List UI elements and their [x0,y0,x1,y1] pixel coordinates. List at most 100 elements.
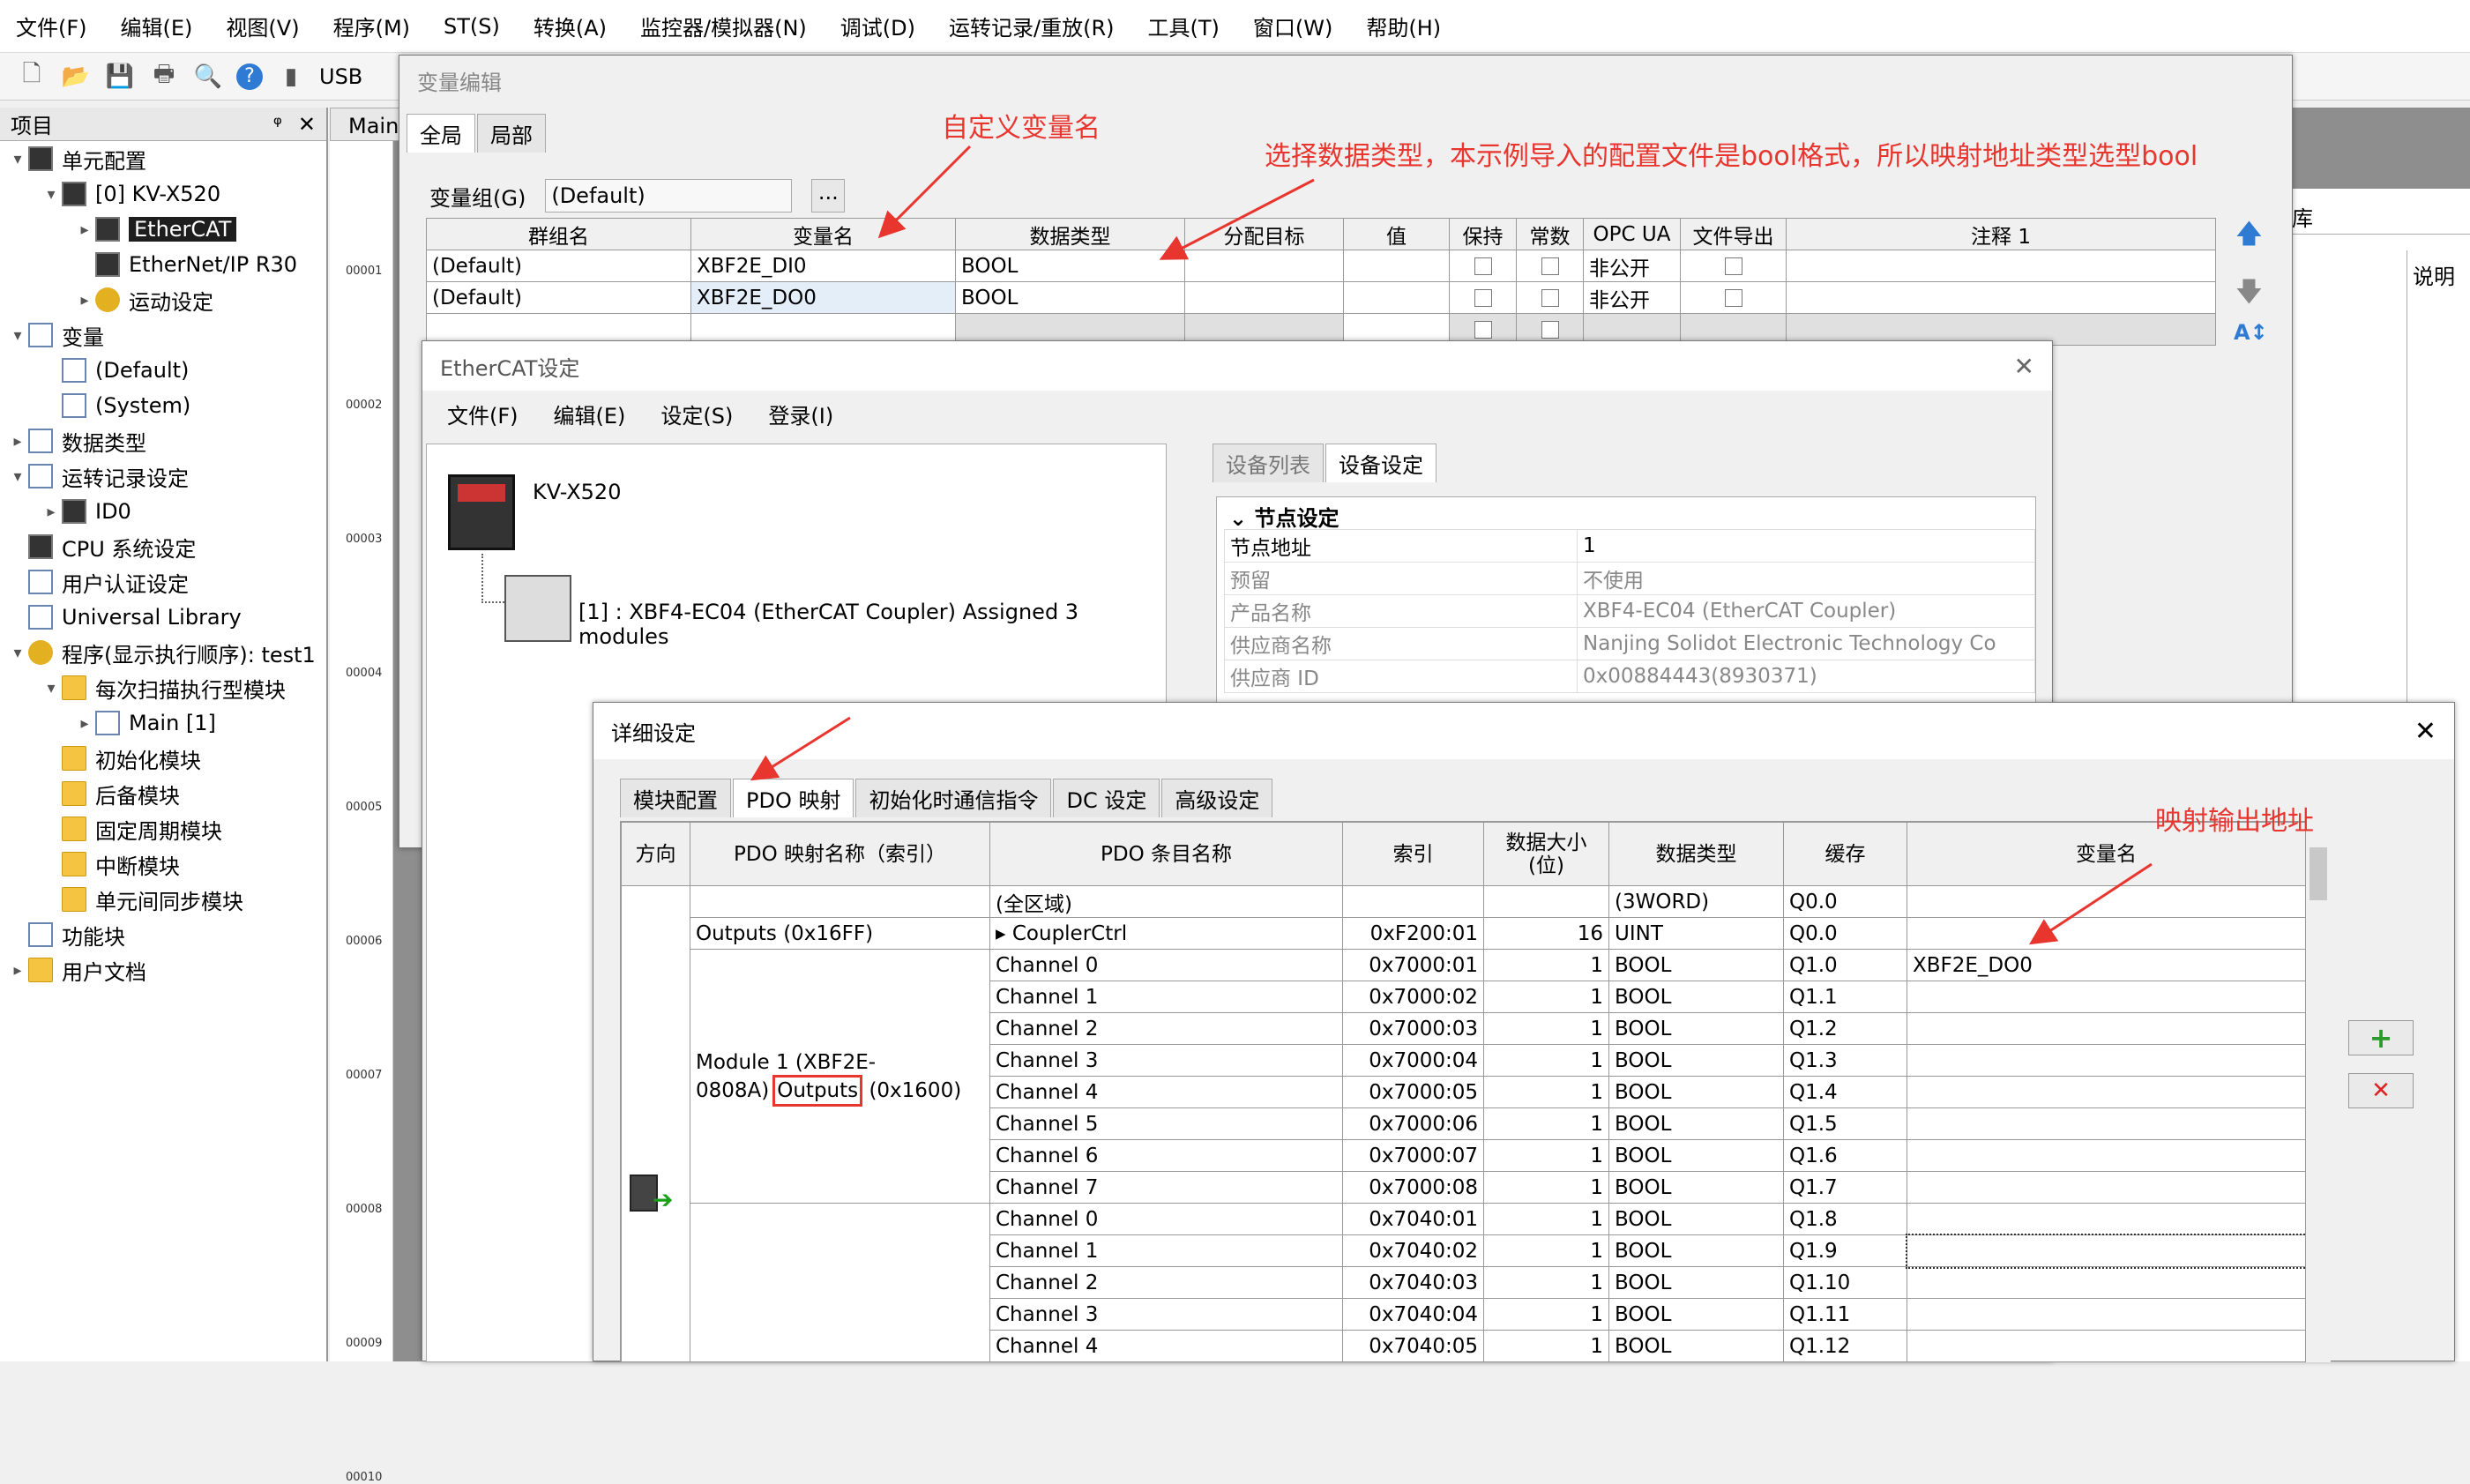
comment-cell[interactable] [1786,250,2216,282]
index-cell[interactable]: 0x7000:08 [1342,1171,1484,1204]
property-value[interactable]: XBF4-EC04 (EtherCAT Coupler) [1577,594,2035,628]
variable-name-cell[interactable] [1907,1171,2306,1204]
close-icon[interactable]: ✕ [298,112,316,137]
chevron-down-icon[interactable]: ⌄ [1229,506,1254,531]
checkbox-cell[interactable] [1680,281,1787,314]
buffer-cell[interactable]: Q1.3 [1783,1044,1907,1077]
column-header[interactable]: 文件导出 [1680,218,1787,250]
data-type-cell[interactable]: BOOL [1608,1076,1784,1108]
chevron-down-icon[interactable]: ▾ [7,644,28,662]
menu-item[interactable]: 设定(S) [660,399,733,429]
variable-name-cell[interactable] [1907,885,2306,918]
browse-button[interactable]: ... [811,179,846,213]
buffer-cell[interactable]: Q1.9 [1783,1234,1907,1267]
pdo-entry-cell[interactable]: Channel 0 [989,949,1343,981]
data-type-cell[interactable]: (3WORD) [1608,885,1784,918]
variable-name-cell[interactable] [1907,1298,2306,1331]
size-cell[interactable]: 1 [1483,1298,1609,1331]
column-header[interactable]: 变量名 [690,218,956,250]
variable-name-cell[interactable]: XBF2E_DO0 [1907,949,2306,981]
size-cell[interactable]: 1 [1483,1107,1609,1140]
buffer-cell[interactable]: Q1.12 [1783,1330,1907,1361]
size-cell[interactable]: 1 [1483,1139,1609,1172]
group-cell[interactable]: (Default) [426,250,691,282]
chevron-down-icon[interactable]: ▾ [41,185,62,204]
size-cell[interactable]: 16 [1483,917,1609,950]
buffer-cell[interactable]: Q0.0 [1783,885,1907,918]
new-file-icon[interactable]: 🗋 [16,61,48,93]
data-type-cell[interactable]: BOOL [1608,981,1784,1013]
column-header[interactable]: 群组名 [426,218,691,250]
tree-item[interactable]: ▸ EtherCAT [0,212,326,247]
chevron-right-icon[interactable]: ▸ [7,961,28,980]
column-header[interactable]: 保持 [1449,218,1517,250]
tab-global[interactable]: 全局 [407,114,475,153]
tree-item[interactable]: ▸ Main [1] [0,705,326,741]
variable-name-cell[interactable] [1907,1044,2306,1077]
print-icon[interactable]: 🖶 [148,61,180,93]
table-row[interactable]: (全区域) (3WORD) Q0.0 [621,885,2306,1361]
variable-name-cell[interactable] [1907,1076,2306,1108]
data-type-cell[interactable]: BOOL [1608,1139,1784,1172]
close-icon[interactable]: ✕ [2414,716,2436,747]
move-up-icon[interactable]: 🡅 [2235,214,2263,259]
print-preview-icon[interactable]: 🔍 [192,61,224,93]
assign-cell[interactable] [1184,250,1344,282]
chevron-right-icon[interactable]: ▸ [74,714,95,733]
table-row[interactable]: Channel 0 0x7040:01 1 BOOL Q1.8 [622,1203,2306,1361]
property-row[interactable]: 产品名称 XBF4-EC04 (EtherCAT Coupler) [1224,594,2035,628]
tree-item[interactable]: ▾ 变量 [0,317,326,353]
index-cell[interactable]: 0x7000:03 [1342,1012,1484,1045]
chevron-right-icon[interactable]: ▸ [74,220,95,239]
tree-item[interactable]: 固定周期模块 [0,811,326,846]
pdo-entry-cell[interactable]: Channel 4 [989,1330,1343,1361]
checkbox[interactable] [1541,257,1559,275]
pdo-entry-cell[interactable]: (全区域) [989,885,1343,918]
menu-item[interactable]: 监控器/模拟器(N) [640,11,807,41]
buffer-cell[interactable]: Q1.2 [1783,1012,1907,1045]
buffer-cell[interactable]: Q1.6 [1783,1139,1907,1172]
coupler-label[interactable]: [1] : XBF4-EC04 (EtherCAT Coupler) Assig… [578,600,1166,649]
pdo-entry-cell[interactable]: Channel 2 [989,1012,1343,1045]
variable-name-cell[interactable] [1907,981,2306,1013]
tree-item[interactable]: 中断模块 [0,846,326,882]
menu-item[interactable]: 转换(A) [534,11,607,41]
data-type-cell[interactable]: BOOL [1608,1234,1784,1267]
data-type-cell[interactable]: BOOL [1608,1266,1784,1299]
pdo-entry-cell[interactable]: Channel 3 [989,1298,1343,1331]
index-cell[interactable]: 0x7040:01 [1342,1203,1484,1235]
data-type-cell[interactable]: BOOL [1608,1107,1784,1140]
table-row[interactable]: Outputs (0x16FF) ▸ CouplerCtrl 0xF200:01 16… [622,917,2306,950]
property-row[interactable]: 节点地址 1 [1224,529,2035,563]
menu-item[interactable]: 编辑(E) [121,11,193,41]
data-type-cell[interactable]: BOOL [1608,1012,1784,1045]
variable-name-cell[interactable] [1907,1203,2306,1235]
index-cell[interactable]: 0x7040:05 [1342,1330,1484,1361]
checkbox[interactable] [1474,289,1492,307]
tree-item[interactable]: 初始化模块 [0,741,326,776]
property-row[interactable]: 供应商名称 Nanjing Solidot Electronic Technolo… [1224,627,2035,660]
vertical-scrollbar[interactable] [2306,821,2331,1362]
checkbox[interactable] [1724,289,1742,307]
column-header[interactable]: 方向 [621,822,690,886]
variable-name-cell[interactable]: XBF2E_DO0 [690,281,956,314]
checkbox-cell[interactable] [1680,250,1787,282]
column-header[interactable]: 常数 [1516,218,1584,250]
sort-icon[interactable]: A↕ [2234,320,2268,345]
detail-tab[interactable]: PDO 映射 [733,779,854,817]
buffer-cell[interactable]: Q1.7 [1783,1171,1907,1204]
data-type-cell[interactable]: BOOL [1608,1330,1784,1361]
detail-tab[interactable]: 初始化时通信指令 [855,779,1052,817]
group-cell[interactable]: (Default) [426,281,691,314]
tree-item[interactable]: ▾ [0] KV-X520 [0,176,326,212]
checkbox[interactable] [1541,289,1559,307]
checkbox[interactable] [1474,321,1492,339]
buffer-cell[interactable]: Q1.10 [1783,1266,1907,1299]
size-cell[interactable]: 1 [1483,1330,1609,1361]
pdo-entry-cell[interactable]: Channel 6 [989,1139,1343,1172]
tree-item[interactable]: ▸ 运动设定 [0,282,326,317]
tree-item[interactable]: CPU 系统设定 [0,529,326,564]
pdo-name-cell[interactable]: Module 1 (XBF2E- 0808A) Outputs (0x1600) [690,949,990,1204]
property-value[interactable]: Nanjing Solidot Electronic Technology Co [1577,627,2035,660]
pdo-entry-cell[interactable]: Channel 1 [989,1234,1343,1267]
